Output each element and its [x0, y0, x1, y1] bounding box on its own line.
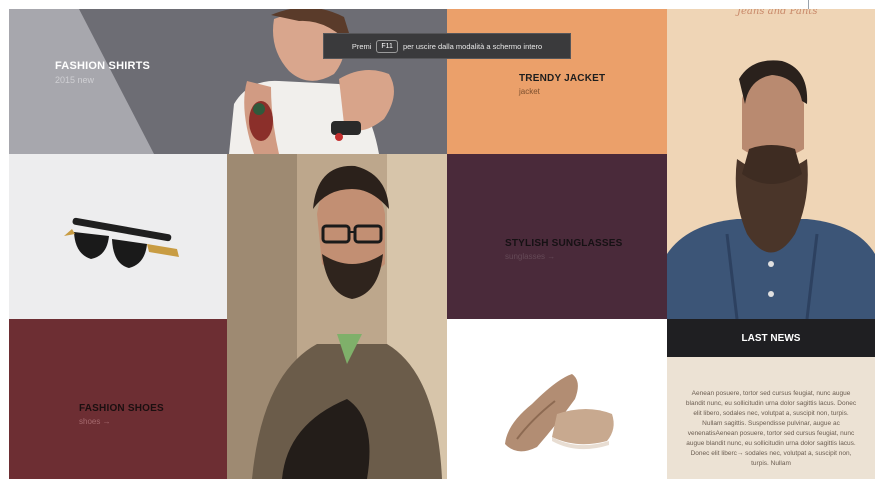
jeans-pants-tile[interactable]: Jeans and Pants — [667, 9, 875, 319]
stylish-sunglasses-tile[interactable]: STYLISH SUNGLASSES sunglasses → — [447, 154, 667, 319]
last-news-heading: LAST NEWS — [667, 319, 875, 357]
bearded-man-photo — [667, 9, 875, 319]
fullscreen-notice: Premi F11 per uscire dalla modalità a sc… — [323, 33, 571, 59]
man-glasses-photo-tile[interactable] — [227, 154, 447, 479]
notice-suffix: per uscire dalla modalità a schermo inte… — [402, 41, 543, 51]
tile-subtitle: jacket — [519, 87, 540, 96]
notice-prefix: Premi — [351, 41, 372, 51]
tile-subtitle: shoes → — [79, 417, 111, 426]
tile-title: STYLISH SUNGLASSES — [505, 238, 623, 249]
sunglasses-product-tile[interactable] — [9, 154, 227, 319]
browser-viewport: FASHION SHIRTS 2015 new TRENDY JACKET ja… — [0, 0, 875, 479]
news-body-text: Aenean posuere, tortor sed cursus feugia… — [685, 390, 857, 467]
category-script-label: Jeans and Pants — [737, 9, 818, 17]
tile-subtitle: 2015 new — [55, 75, 95, 85]
tile-title: FASHION SHOES — [79, 403, 164, 414]
loafers-image — [447, 319, 667, 479]
fashion-shoes-tile[interactable]: FASHION SHOES shoes → — [9, 319, 227, 479]
tile-subtitle: sunglasses → — [505, 252, 556, 261]
sunglasses-image — [9, 154, 227, 319]
tile-title: TRENDY JACKET — [519, 73, 606, 84]
tile-title: FASHION SHIRTS — [55, 60, 151, 72]
f11-key: F11 — [376, 39, 398, 53]
fashion-shirts-tile[interactable]: FASHION SHIRTS 2015 new — [9, 9, 447, 154]
trendy-jacket-tile[interactable]: TRENDY JACKET jacket — [447, 9, 667, 154]
man-glasses-photo — [227, 154, 447, 479]
news-panel: Aenean posuere, tortor sed cursus feugia… — [667, 357, 875, 479]
loafers-product-tile[interactable] — [447, 319, 667, 479]
lookbook-grid: FASHION SHIRTS 2015 new TRENDY JACKET ja… — [9, 9, 875, 479]
